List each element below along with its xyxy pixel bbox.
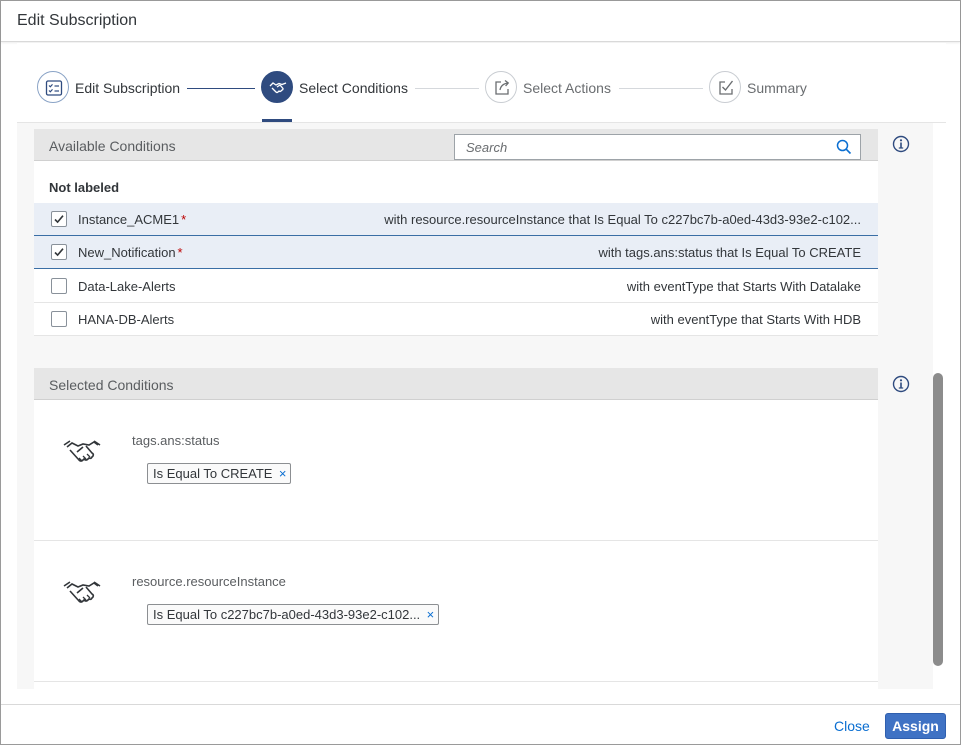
wizard-step-label: Summary (747, 80, 807, 96)
wizard-step-label: Select Actions (523, 80, 611, 96)
condition-name: Data-Lake-Alerts (78, 279, 176, 294)
condition-name: HANA-DB-Alerts (78, 312, 175, 327)
condition-token[interactable]: Is Equal To c227bc7b-a0ed-43d3-93e2-c102… (147, 604, 440, 625)
condition-description: with resource.resourceInstance that Is E… (384, 212, 861, 227)
dialog-title: Edit Subscription (17, 12, 138, 29)
condition-description: with eventType that Starts With HDB (650, 312, 861, 327)
available-conditions-title: Available Conditions (49, 138, 176, 154)
condition-field-name: tags.ans:status (132, 433, 220, 448)
token-label: Is Equal To CREATE (153, 466, 273, 481)
info-icon[interactable] (892, 375, 910, 398)
form-icon (37, 71, 69, 103)
edit-subscription-dialog: Edit Subscription Edit Subscription Sele… (0, 0, 961, 745)
selected-condition-item: resource.resourceInstance Is Equal To c2… (34, 541, 878, 682)
share-icon (485, 71, 517, 103)
condition-checkbox[interactable] (51, 211, 67, 227)
selected-conditions-title: Selected Conditions (49, 377, 174, 393)
wizard-step-label: Select Conditions (299, 80, 408, 96)
condition-description: with eventType that Starts With Datalake (626, 279, 861, 294)
close-icon[interactable]: × (427, 607, 435, 622)
assign-button[interactable]: Assign (885, 713, 946, 739)
wizard-progress-bar: Edit Subscription Select Conditions Sele… (17, 43, 946, 123)
search-input[interactable] (455, 135, 825, 159)
selected-conditions-panel: Selected Conditions tags.ans:status Is E (34, 368, 878, 689)
selected-conditions-header: Selected Conditions (34, 368, 878, 400)
required-marker: * (181, 212, 187, 227)
selected-condition-item: tags.ans:status Is Equal To CREATE × (34, 400, 878, 541)
handshake-icon (261, 71, 293, 103)
checklist-icon (709, 71, 741, 103)
checkmark-icon (54, 215, 64, 224)
available-conditions-header: Available Conditions (34, 129, 878, 161)
wizard-content[interactable]: Available Conditions Not labeled (17, 123, 933, 689)
checkmark-icon (54, 248, 64, 257)
search-field[interactable] (454, 134, 861, 160)
condition-token[interactable]: Is Equal To CREATE × (147, 463, 292, 484)
required-marker: * (177, 245, 183, 260)
condition-row[interactable]: New_Notification * with tags.ans:status t… (34, 236, 878, 269)
condition-checkbox[interactable] (51, 311, 67, 327)
handshake-icon (62, 436, 102, 475)
condition-name: Instance_ACME1 * (78, 212, 187, 227)
handshake-icon (62, 577, 102, 616)
token-label: Is Equal To c227bc7b-a0ed-43d3-93e2-c102… (153, 607, 421, 622)
dialog-header: Edit Subscription (1, 1, 960, 42)
condition-name: New_Notification * (78, 245, 183, 260)
dialog-footer: Close Assign (1, 704, 960, 744)
vertical-scrollbar[interactable] (933, 373, 943, 666)
active-step-indicator (262, 119, 292, 122)
search-icon[interactable] (836, 139, 852, 160)
available-conditions-panel: Available Conditions Not labeled (34, 129, 878, 336)
condition-row[interactable]: Data-Lake-Alerts with eventType that Sta… (34, 270, 878, 303)
wizard-step-label: Edit Subscription (75, 80, 181, 96)
condition-checkbox[interactable] (51, 244, 67, 260)
wizard-connector (415, 88, 479, 89)
wizard-connector (619, 88, 703, 89)
condition-description: with tags.ans:status that Is Equal To CR… (598, 245, 861, 260)
group-title: Not labeled (49, 180, 120, 195)
condition-row[interactable]: HANA-DB-Alerts with eventType that Start… (34, 303, 878, 336)
close-button[interactable]: Close (826, 714, 878, 738)
condition-checkbox[interactable] (51, 278, 67, 294)
condition-field-name: resource.resourceInstance (132, 574, 286, 589)
info-icon[interactable] (892, 135, 910, 158)
condition-row[interactable]: Instance_ACME1 * with resource.resourceIn… (34, 203, 878, 236)
wizard-connector (187, 88, 255, 89)
close-icon[interactable]: × (279, 466, 287, 481)
